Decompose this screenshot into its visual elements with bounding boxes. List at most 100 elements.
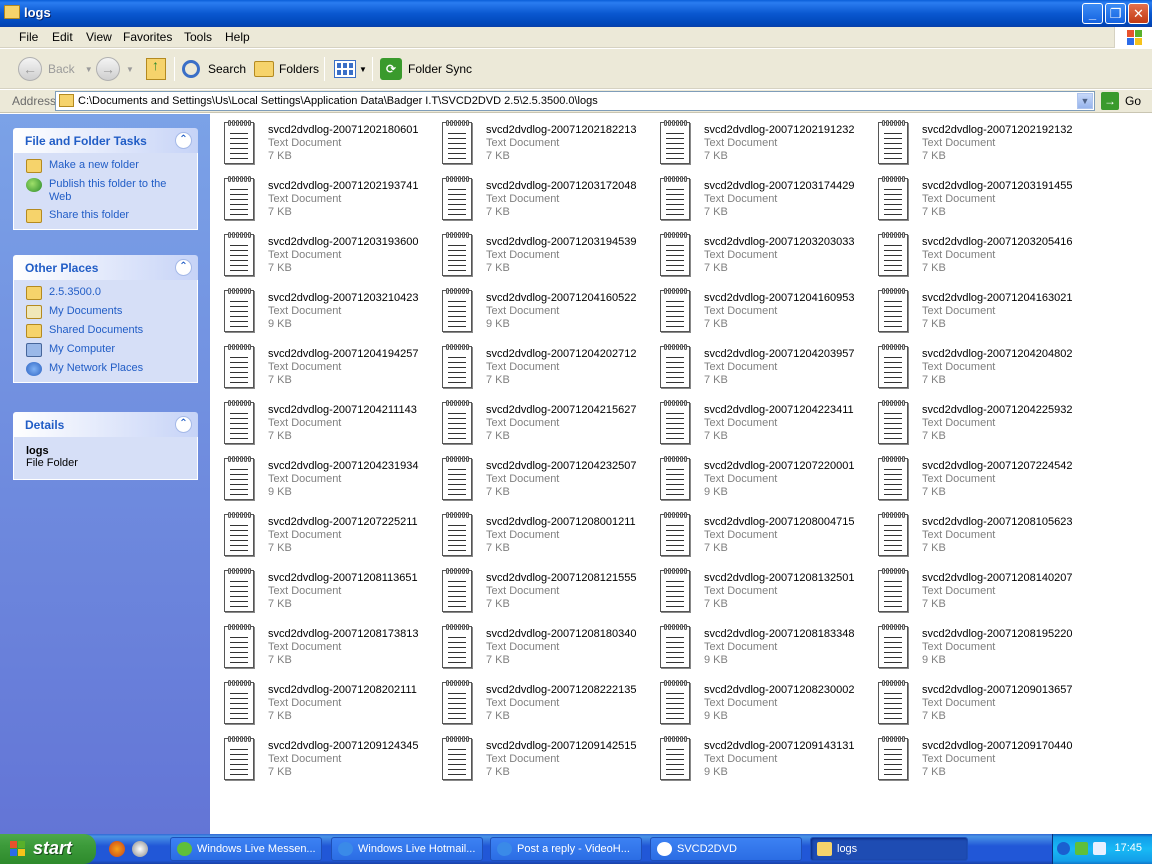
file-item[interactable]: svcd2dvdlog-20071208183348 Text Document 9… [646,618,864,674]
go-button[interactable]: → Go [1101,92,1141,110]
start-button[interactable]: start [0,834,96,864]
file-item[interactable]: svcd2dvdlog-20071208195220 Text Document 9… [864,618,1082,674]
text-document-icon [224,568,254,612]
file-item[interactable]: svcd2dvdlog-20071204223411 Text Document 7… [646,394,864,450]
file-item[interactable]: svcd2dvdlog-20071204202712 Text Document 7… [428,338,646,394]
file-item[interactable]: svcd2dvdlog-20071204231934 Text Document 9… [210,450,428,506]
file-type: Text Document [922,417,996,429]
file-item[interactable]: svcd2dvdlog-20071203210423 Text Document 9… [210,282,428,338]
tray-chevron-icon[interactable] [1057,842,1070,855]
place-my-documents[interactable]: My Documents [26,305,187,319]
file-item[interactable]: svcd2dvdlog-20071204211143 Text Document 7… [210,394,428,450]
file-item[interactable]: svcd2dvdlog-20071208132501 Text Document 7… [646,562,864,618]
title-bar[interactable]: logs _ ❐ ✕ [0,0,1152,27]
file-item[interactable]: svcd2dvdlog-20071202180601 Text Document 7… [210,114,428,170]
folders-button[interactable]: Folders [254,55,319,83]
file-item[interactable]: svcd2dvdlog-20071204163021 Text Document 7… [864,282,1082,338]
panel-header[interactable]: Other Places ⌃ [13,255,198,280]
file-item[interactable]: svcd2dvdlog-20071208113651 Text Document 7… [210,562,428,618]
place-shared-documents[interactable]: Shared Documents [26,324,187,338]
file-item[interactable]: svcd2dvdlog-20071204203957 Text Document 7… [646,338,864,394]
address-input[interactable]: C:\Documents and Settings\Us\Local Setti… [55,91,1095,111]
file-item[interactable]: svcd2dvdlog-20071208230002 Text Document 9… [646,674,864,730]
folder-sync-button[interactable]: ⟳ Folder Sync [380,55,472,83]
file-item[interactable]: svcd2dvdlog-20071209170440 Text Document 7… [864,730,1082,786]
share-folder-link[interactable]: Share this folder [26,209,187,223]
place-my-computer[interactable]: My Computer [26,343,187,357]
file-item[interactable]: svcd2dvdlog-20071204232507 Text Document 7… [428,450,646,506]
file-item[interactable]: svcd2dvdlog-20071204160522 Text Document 9… [428,282,646,338]
file-item[interactable]: svcd2dvdlog-20071208121555 Text Document 7… [428,562,646,618]
place-my-network-places[interactable]: My Network Places [26,362,187,376]
taskbar-button[interactable]: Post a reply - VideoH... [490,837,642,861]
text-document-icon [660,624,690,668]
panel-header[interactable]: File and Folder Tasks ⌃ [13,128,198,153]
taskbar-button[interactable]: logs [810,837,968,861]
publish-folder-link[interactable]: Publish this folder to the Web [26,178,187,204]
file-item[interactable]: svcd2dvdlog-20071207225211 Text Document 7… [210,506,428,562]
file-item[interactable]: svcd2dvdlog-20071202191232 Text Document 7… [646,114,864,170]
file-item[interactable]: svcd2dvdlog-20071208173813 Text Document 7… [210,618,428,674]
taskbar-button[interactable]: Windows Live Messen... [170,837,322,861]
menu-view[interactable]: View [86,30,112,44]
maximize-button[interactable]: ❐ [1105,3,1126,24]
file-item[interactable]: svcd2dvdlog-20071208222135 Text Document 7… [428,674,646,730]
menu-edit[interactable]: Edit [52,30,73,44]
text-document-icon [878,456,908,500]
close-button[interactable]: ✕ [1128,3,1149,24]
forward-button[interactable]: → ▼ [96,55,134,83]
file-item[interactable]: svcd2dvdlog-20071209143131 Text Document 9… [646,730,864,786]
file-item[interactable]: svcd2dvdlog-20071203205416 Text Document 7… [864,226,1082,282]
address-dropdown-icon[interactable]: ▼ [1077,93,1093,109]
menu-tools[interactable]: Tools [184,30,212,44]
file-item[interactable]: svcd2dvdlog-20071208004715 Text Document 7… [646,506,864,562]
file-item[interactable]: svcd2dvdlog-20071208140207 Text Document 7… [864,562,1082,618]
file-item[interactable]: svcd2dvdlog-20071203203033 Text Document 7… [646,226,864,282]
search-button[interactable]: Search [182,55,246,83]
place-parent-folder[interactable]: 2.5.3500.0 [26,286,187,300]
file-item[interactable]: svcd2dvdlog-20071207220001 Text Document 9… [646,450,864,506]
file-item[interactable]: svcd2dvdlog-20071204225932 Text Document 7… [864,394,1082,450]
collapse-chevron-icon[interactable]: ⌃ [175,259,192,276]
file-item[interactable]: svcd2dvdlog-20071203193600 Text Document 7… [210,226,428,282]
collapse-chevron-icon[interactable]: ⌃ [175,132,192,149]
media-player-icon[interactable] [132,841,148,857]
file-item[interactable]: svcd2dvdlog-20071204204802 Text Document 7… [864,338,1082,394]
back-button[interactable]: ← Back ▼ [18,55,93,83]
views-button[interactable]: ▼ [334,55,367,83]
file-item[interactable]: svcd2dvdlog-20071204194257 Text Document 7… [210,338,428,394]
file-item[interactable]: svcd2dvdlog-20071204215627 Text Document 7… [428,394,646,450]
menu-file[interactable]: File [19,30,38,44]
file-item[interactable]: svcd2dvdlog-20071208180340 Text Document 7… [428,618,646,674]
file-item[interactable]: svcd2dvdlog-20071209013657 Text Document 7… [864,674,1082,730]
file-item[interactable]: svcd2dvdlog-20071207224542 Text Document 7… [864,450,1082,506]
taskbar-button[interactable]: SVCD2DVD [650,837,802,861]
file-item[interactable]: svcd2dvdlog-20071209142515 Text Document 7… [428,730,646,786]
file-item[interactable]: svcd2dvdlog-20071203194539 Text Document 7… [428,226,646,282]
messenger-tray-icon[interactable] [1075,842,1088,855]
file-item[interactable]: svcd2dvdlog-20071203191455 Text Document 7… [864,170,1082,226]
file-type: Text Document [922,193,996,205]
minimize-button[interactable]: _ [1082,3,1103,24]
menu-favorites[interactable]: Favorites [123,30,172,44]
file-item[interactable]: svcd2dvdlog-20071208202111 Text Document 7… [210,674,428,730]
file-item[interactable]: svcd2dvdlog-20071203172048 Text Document 7… [428,170,646,226]
file-item[interactable]: svcd2dvdlog-20071208001211 Text Document 7… [428,506,646,562]
up-folder-button[interactable]: ↑ [146,55,166,83]
file-item[interactable]: svcd2dvdlog-20071209124345 Text Document 7… [210,730,428,786]
taskbar-button[interactable]: Windows Live Hotmail... [331,837,483,861]
firefox-icon[interactable] [109,841,125,857]
file-item[interactable]: svcd2dvdlog-20071202182213 Text Document 7… [428,114,646,170]
collapse-chevron-icon[interactable]: ⌃ [175,416,192,433]
make-new-folder-link[interactable]: Make a new folder [26,159,187,173]
file-item[interactable]: svcd2dvdlog-20071208105623 Text Document 7… [864,506,1082,562]
panel-header[interactable]: Details ⌃ [13,412,198,437]
menu-help[interactable]: Help [225,30,250,44]
file-item[interactable]: svcd2dvdlog-20071204160953 Text Document 7… [646,282,864,338]
file-item[interactable]: svcd2dvdlog-20071203174429 Text Document 7… [646,170,864,226]
file-item[interactable]: svcd2dvdlog-20071202193741 Text Document 7… [210,170,428,226]
text-document-icon [878,400,908,444]
file-type: Text Document [268,529,342,541]
file-item[interactable]: svcd2dvdlog-20071202192132 Text Document 7… [864,114,1082,170]
volume-icon[interactable] [1093,842,1106,855]
